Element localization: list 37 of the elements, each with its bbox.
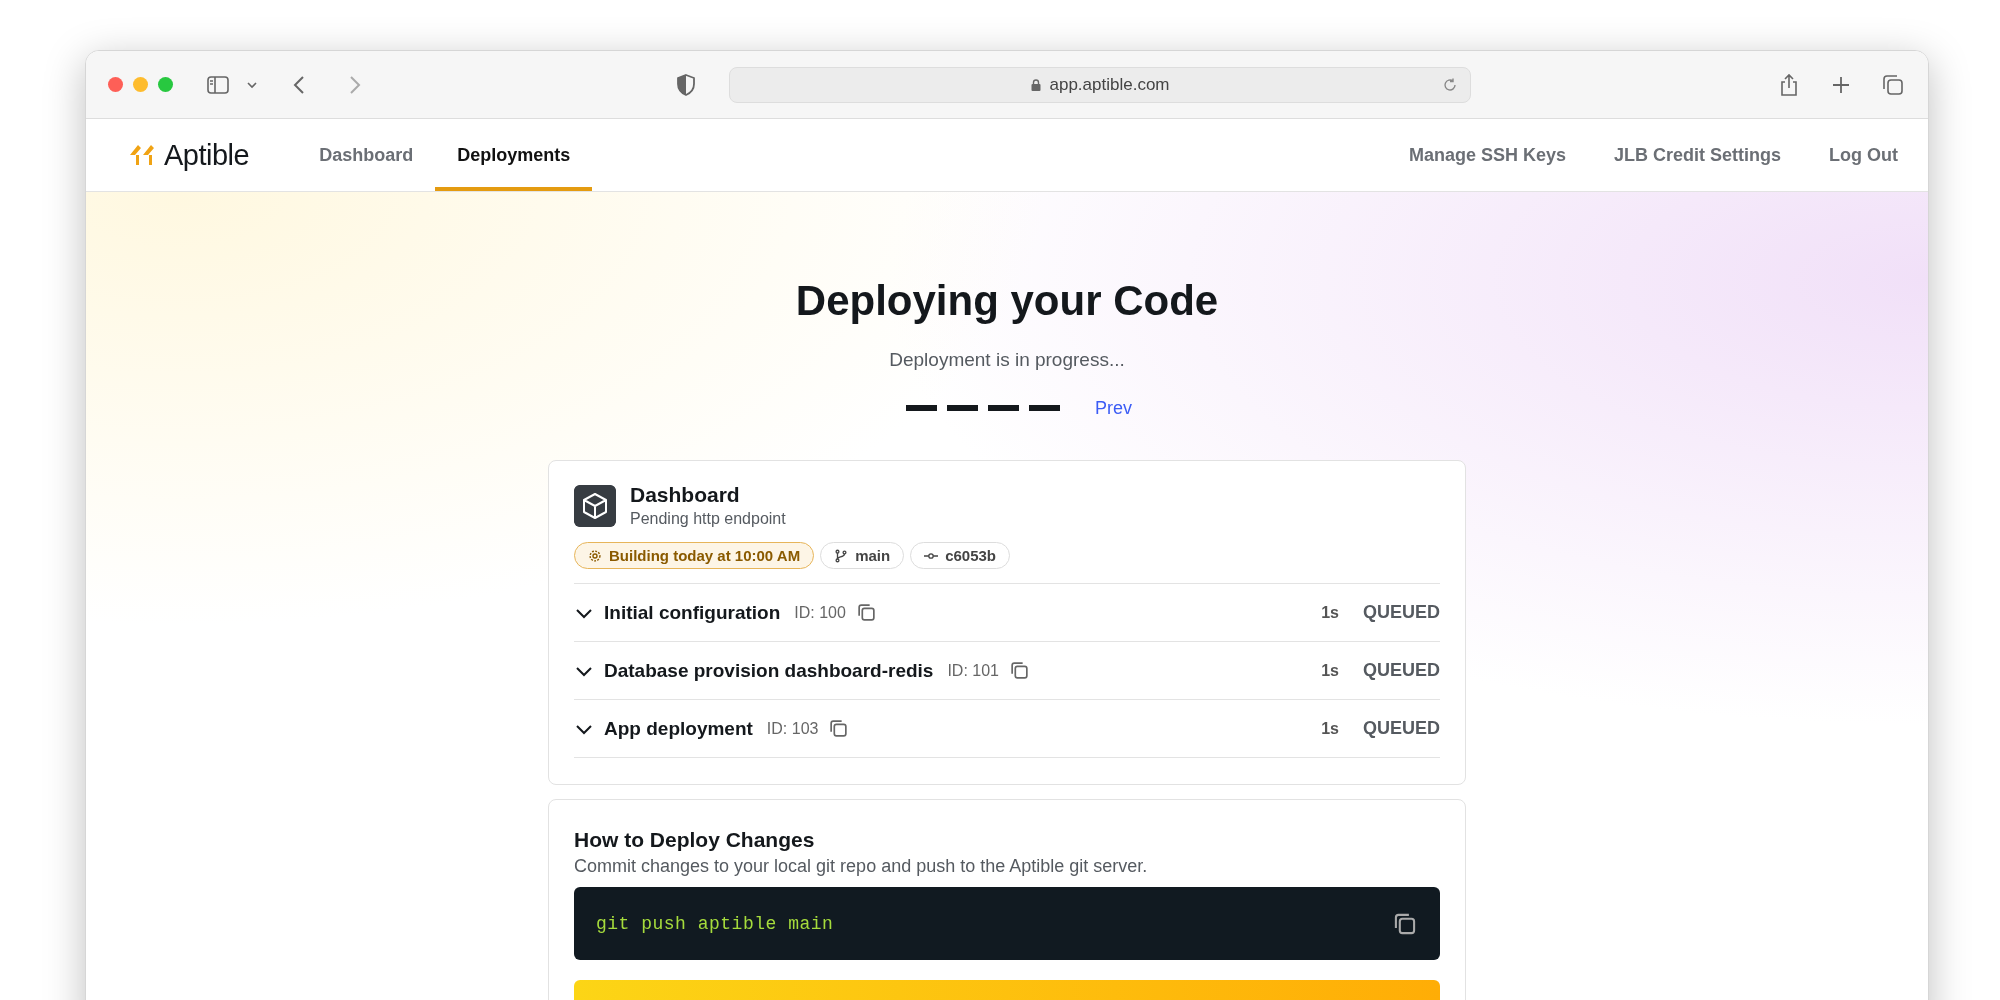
copy-icon[interactable]: [855, 602, 877, 623]
operation-status: QUEUED: [1363, 602, 1440, 623]
status-badge: Building today at 10:00 AM: [574, 542, 815, 569]
operation-name[interactable]: App deployment: [604, 717, 753, 740]
gear-icon: [588, 548, 602, 563]
operation-name[interactable]: Initial configuration: [604, 601, 781, 624]
app-status: Pending http endpoint: [630, 510, 786, 528]
url-text: app.aptible.com: [1049, 74, 1170, 95]
logo-text[interactable]: Aptible: [164, 138, 250, 172]
nav-tab[interactable]: Dashboard: [297, 123, 436, 191]
nav-link[interactable]: Log Out: [1829, 144, 1898, 166]
section-description: Commit changes to your local git repo and push to the Aptible git server.: [574, 856, 1149, 877]
section-title: How to Deploy Changes: [574, 828, 816, 852]
close-button[interactable]: [108, 77, 123, 92]
operation-status: QUEUED: [1363, 718, 1440, 739]
lock-icon: [1029, 77, 1044, 92]
copy-icon[interactable]: [828, 718, 850, 739]
operation-duration: 1s: [1321, 661, 1339, 680]
app-name: Dashboard: [630, 483, 741, 507]
operation-name[interactable]: Database provision dashboard-redis: [604, 659, 934, 682]
command-text: git push aptible main: [596, 913, 834, 934]
branch-icon: [834, 548, 849, 563]
operation-duration: 1s: [1321, 719, 1339, 738]
operation-id: ID: 101: [947, 661, 999, 680]
reload-icon[interactable]: [1441, 76, 1458, 93]
operation-id: ID: 100: [794, 603, 846, 622]
page-subtitle: Deployment is in progress...: [889, 349, 1125, 371]
operation-duration: 1s: [1321, 603, 1339, 622]
cube-icon: [574, 484, 616, 527]
page-title: Deploying your Code: [795, 277, 1219, 325]
nav-link[interactable]: Manage SSH Keys: [1408, 144, 1566, 166]
copy-icon[interactable]: [1009, 660, 1030, 681]
address-bar[interactable]: app.aptible.com: [728, 66, 1471, 103]
operation-status: QUEUED: [1363, 660, 1440, 681]
nav-link[interactable]: JLB Credit Settings: [1614, 144, 1781, 166]
prev-link[interactable]: Prev: [1089, 397, 1138, 420]
operation-id: ID: 103: [766, 719, 819, 738]
